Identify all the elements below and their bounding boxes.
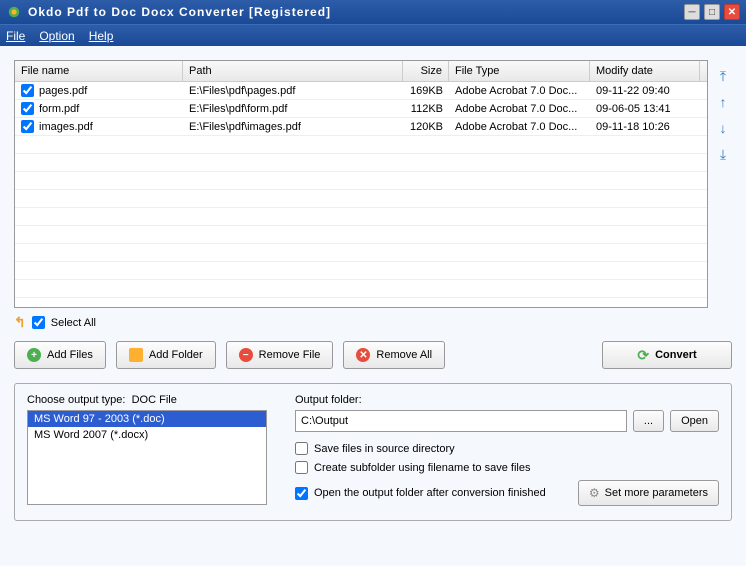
set-parameters-button[interactable]: ⚙ Set more parameters <box>578 480 719 506</box>
output-type-option[interactable]: MS Word 97 - 2003 (*.doc) <box>28 411 266 427</box>
open-after-label: Open the output folder after conversion … <box>314 487 546 499</box>
table-row-empty <box>15 208 707 226</box>
create-subfolder-label: Create subfolder using filename to save … <box>314 462 530 474</box>
reorder-controls: ⤒ ↑ ↓ ⤓ <box>714 60 732 308</box>
header-filename[interactable]: File name <box>15 61 183 81</box>
browse-button[interactable]: ... <box>633 410 664 432</box>
minus-icon: − <box>239 348 253 362</box>
menubar: File Option Help <box>0 24 746 46</box>
set-parameters-label: Set more parameters <box>605 487 708 499</box>
move-down-icon[interactable]: ↓ <box>715 120 731 136</box>
remove-file-label: Remove File <box>259 349 321 361</box>
minimize-button[interactable]: ─ <box>684 4 700 20</box>
row-type: Adobe Acrobat 7.0 Doc... <box>449 83 590 99</box>
gear-icon: ⚙ <box>589 486 600 500</box>
output-panel: Choose output type: DOC File MS Word 97 … <box>14 383 732 521</box>
select-all-label: Select All <box>51 317 96 329</box>
open-after-checkbox[interactable] <box>295 487 308 500</box>
maximize-button[interactable]: □ <box>704 4 720 20</box>
table-row-empty <box>15 190 707 208</box>
row-date: 09-11-18 10:26 <box>590 119 700 135</box>
app-icon <box>6 4 22 20</box>
remove-all-label: Remove All <box>376 349 432 361</box>
save-in-source-checkbox[interactable] <box>295 442 308 455</box>
header-path[interactable]: Path <box>183 61 403 81</box>
add-folder-label: Add Folder <box>149 349 203 361</box>
move-bottom-icon[interactable]: ⤓ <box>715 146 731 162</box>
row-filename: form.pdf <box>39 103 79 115</box>
remove-all-button[interactable]: ✕ Remove All <box>343 341 445 369</box>
row-checkbox[interactable] <box>21 84 34 97</box>
table-row[interactable]: pages.pdf E:\Files\pdf\pages.pdf169KBAdob… <box>15 82 707 100</box>
row-checkbox[interactable] <box>21 120 34 133</box>
window-title: Okdo Pdf to Doc Docx Converter [Register… <box>28 5 684 19</box>
output-folder-section: Output folder: ... Open Save files in so… <box>295 394 719 506</box>
table-row[interactable]: form.pdf E:\Files\pdf\form.pdf112KBAdobe … <box>15 100 707 118</box>
output-type-option[interactable]: MS Word 2007 (*.docx) <box>28 427 266 443</box>
table-row-empty <box>15 262 707 280</box>
header-size[interactable]: Size <box>403 61 449 81</box>
folder-icon <box>129 348 143 362</box>
row-date: 09-11-22 09:40 <box>590 83 700 99</box>
output-type-current: DOC File <box>132 394 177 406</box>
table-row-empty <box>15 172 707 190</box>
output-folder-input[interactable] <box>295 410 627 432</box>
output-type-list[interactable]: MS Word 97 - 2003 (*.doc)MS Word 2007 (*… <box>27 410 267 505</box>
convert-label: Convert <box>655 349 697 361</box>
table-row-empty <box>15 280 707 298</box>
row-filename: pages.pdf <box>39 85 87 97</box>
titlebar: Okdo Pdf to Doc Docx Converter [Register… <box>0 0 746 24</box>
close-button[interactable]: ✕ <box>724 4 740 20</box>
table-row-empty <box>15 298 707 308</box>
save-in-source-label: Save files in source directory <box>314 443 455 455</box>
header-filetype[interactable]: File Type <box>449 61 590 81</box>
plus-icon: + <box>27 348 41 362</box>
row-checkbox[interactable] <box>21 102 34 115</box>
menu-option[interactable]: Option <box>39 29 74 43</box>
table-row[interactable]: images.pdf E:\Files\pdf\images.pdf120KBAd… <box>15 118 707 136</box>
table-row-empty <box>15 136 707 154</box>
output-folder-label: Output folder: <box>295 394 719 406</box>
row-path: E:\Files\pdf\form.pdf <box>183 101 403 117</box>
content-area: File name Path Size File Type Modify dat… <box>0 46 746 566</box>
header-modifydate[interactable]: Modify date <box>590 61 700 81</box>
file-table: File name Path Size File Type Modify dat… <box>14 60 708 308</box>
menu-help[interactable]: Help <box>89 29 114 43</box>
row-path: E:\Files\pdf\pages.pdf <box>183 83 403 99</box>
row-size: 112KB <box>403 101 449 117</box>
convert-icon: ⟳ <box>637 347 649 364</box>
open-folder-button[interactable]: Open <box>670 410 719 432</box>
output-type-label: Choose output type: <box>27 394 125 406</box>
convert-button[interactable]: ⟳ Convert <box>602 341 732 369</box>
row-type: Adobe Acrobat 7.0 Doc... <box>449 119 590 135</box>
move-top-icon[interactable]: ⤒ <box>715 68 731 84</box>
select-all-checkbox[interactable] <box>32 316 45 329</box>
action-buttons: + Add Files Add Folder − Remove File ✕ R… <box>14 341 732 369</box>
row-date: 09-06-05 13:41 <box>590 101 700 117</box>
create-subfolder-checkbox[interactable] <box>295 461 308 474</box>
table-row-empty <box>15 154 707 172</box>
row-filename: images.pdf <box>39 121 93 133</box>
row-path: E:\Files\pdf\images.pdf <box>183 119 403 135</box>
row-size: 169KB <box>403 83 449 99</box>
menu-file[interactable]: File <box>6 29 25 43</box>
remove-file-button[interactable]: − Remove File <box>226 341 334 369</box>
table-header: File name Path Size File Type Modify dat… <box>15 61 707 82</box>
select-all-row: ↰ Select All <box>14 314 732 331</box>
table-row-empty <box>15 226 707 244</box>
row-size: 120KB <box>403 119 449 135</box>
add-folder-button[interactable]: Add Folder <box>116 341 216 369</box>
add-files-button[interactable]: + Add Files <box>14 341 106 369</box>
row-type: Adobe Acrobat 7.0 Doc... <box>449 101 590 117</box>
table-row-empty <box>15 244 707 262</box>
add-files-label: Add Files <box>47 349 93 361</box>
up-arrow-icon: ↰ <box>14 314 26 331</box>
x-icon: ✕ <box>356 348 370 362</box>
move-up-icon[interactable]: ↑ <box>715 94 731 110</box>
output-type-section: Choose output type: DOC File MS Word 97 … <box>27 394 267 506</box>
